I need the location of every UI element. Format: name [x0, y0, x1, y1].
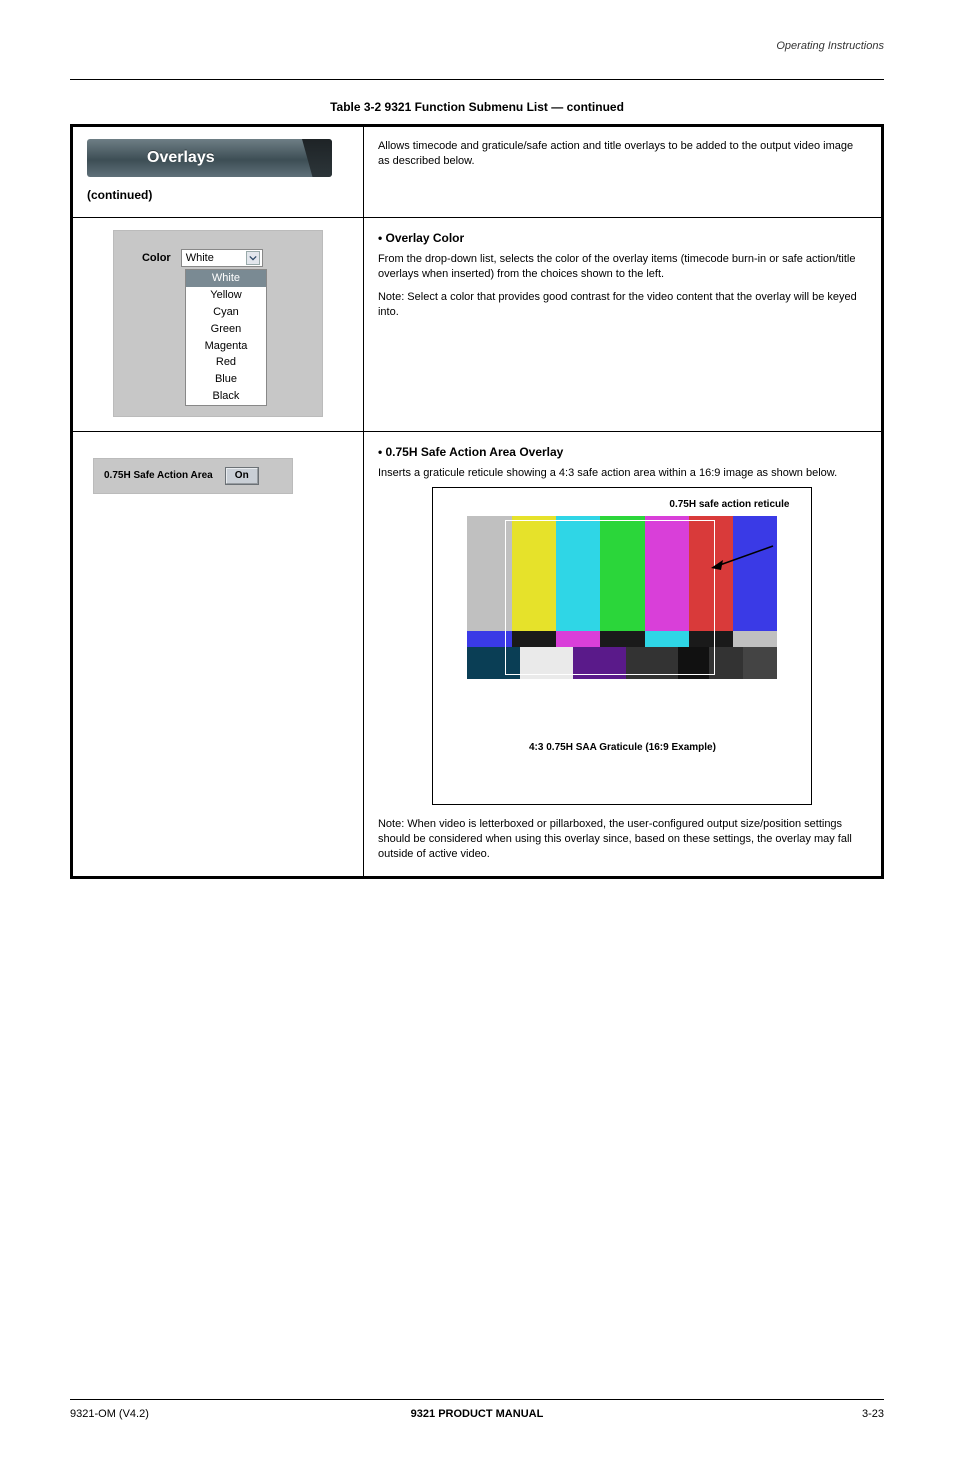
color-option[interactable]: Cyan — [186, 304, 266, 321]
table-row: Overlays (continued) Allows timecode and… — [72, 126, 883, 218]
table-caption: Table 3-2 9321 Function Submenu List — c… — [70, 100, 884, 114]
overlays-right-text: Allows timecode and graticule/safe actio… — [378, 139, 867, 169]
footer-center: 9321 PRODUCT MANUAL — [411, 1408, 544, 1420]
footer-left: 9321-OM (V4.2) — [70, 1408, 250, 1420]
chevron-down-icon[interactable] — [246, 251, 260, 265]
color-note: Note: Select a color that provides good … — [378, 291, 857, 318]
overlays-continued-label: (continued) — [87, 187, 349, 203]
color-option[interactable]: Red — [186, 354, 266, 371]
color-option[interactable]: White — [186, 270, 266, 287]
arrow-icon — [705, 544, 775, 579]
safe-action-desc: Inserts a graticule reticule showing a 4… — [378, 466, 867, 481]
function-table: Overlays (continued) Allows timecode and… — [70, 124, 884, 879]
color-option[interactable]: Magenta — [186, 338, 266, 355]
safe-action-on-button[interactable]: On — [225, 467, 259, 485]
safe-action-title: • 0.75H Safe Action Area Overlay — [378, 444, 867, 460]
color-option[interactable]: Yellow — [186, 287, 266, 304]
overlays-tab-label: Overlays — [147, 147, 215, 169]
color-desc: From the drop-down list, selects the col… — [378, 252, 867, 282]
arrow-label: 0.75H safe action reticule — [669, 498, 789, 512]
color-select-value: White — [186, 251, 214, 266]
safe-action-note: Note: When video is letterboxed or pilla… — [378, 818, 852, 860]
color-options-list[interactable]: White Yellow Cyan Green Magenta Red Blue… — [185, 269, 267, 406]
overlays-tab[interactable]: Overlays — [87, 139, 332, 177]
bars-figure-frame: 0.75H safe action reticule — [432, 487, 812, 806]
safe-action-label: 0.75H Safe Action Area — [104, 469, 213, 483]
color-title: • Overlay Color — [378, 230, 867, 246]
table-row: Color White White Yellow Cyan — [72, 218, 883, 432]
bars-caption: 4:3 0.75H SAA Graticule (16:9 Example) — [449, 741, 795, 755]
color-field-label: Color — [142, 251, 171, 266]
table-row: 0.75H Safe Action Area On • 0.75H Safe A… — [72, 431, 883, 877]
color-select[interactable]: White — [181, 249, 263, 267]
page-footer: 9321-OM (V4.2) 9321 PRODUCT MANUAL 3-23 — [70, 1399, 884, 1420]
color-bars-image — [467, 516, 777, 679]
header-right-text: Operating Instructions — [776, 40, 884, 52]
footer-right: 3-23 — [704, 1408, 884, 1420]
safe-action-panel: 0.75H Safe Action Area On — [93, 458, 293, 494]
color-option[interactable]: Blue — [186, 371, 266, 388]
color-option[interactable]: Green — [186, 321, 266, 338]
color-panel: Color White White Yellow Cyan — [113, 230, 323, 417]
color-option[interactable]: Black — [186, 388, 266, 405]
